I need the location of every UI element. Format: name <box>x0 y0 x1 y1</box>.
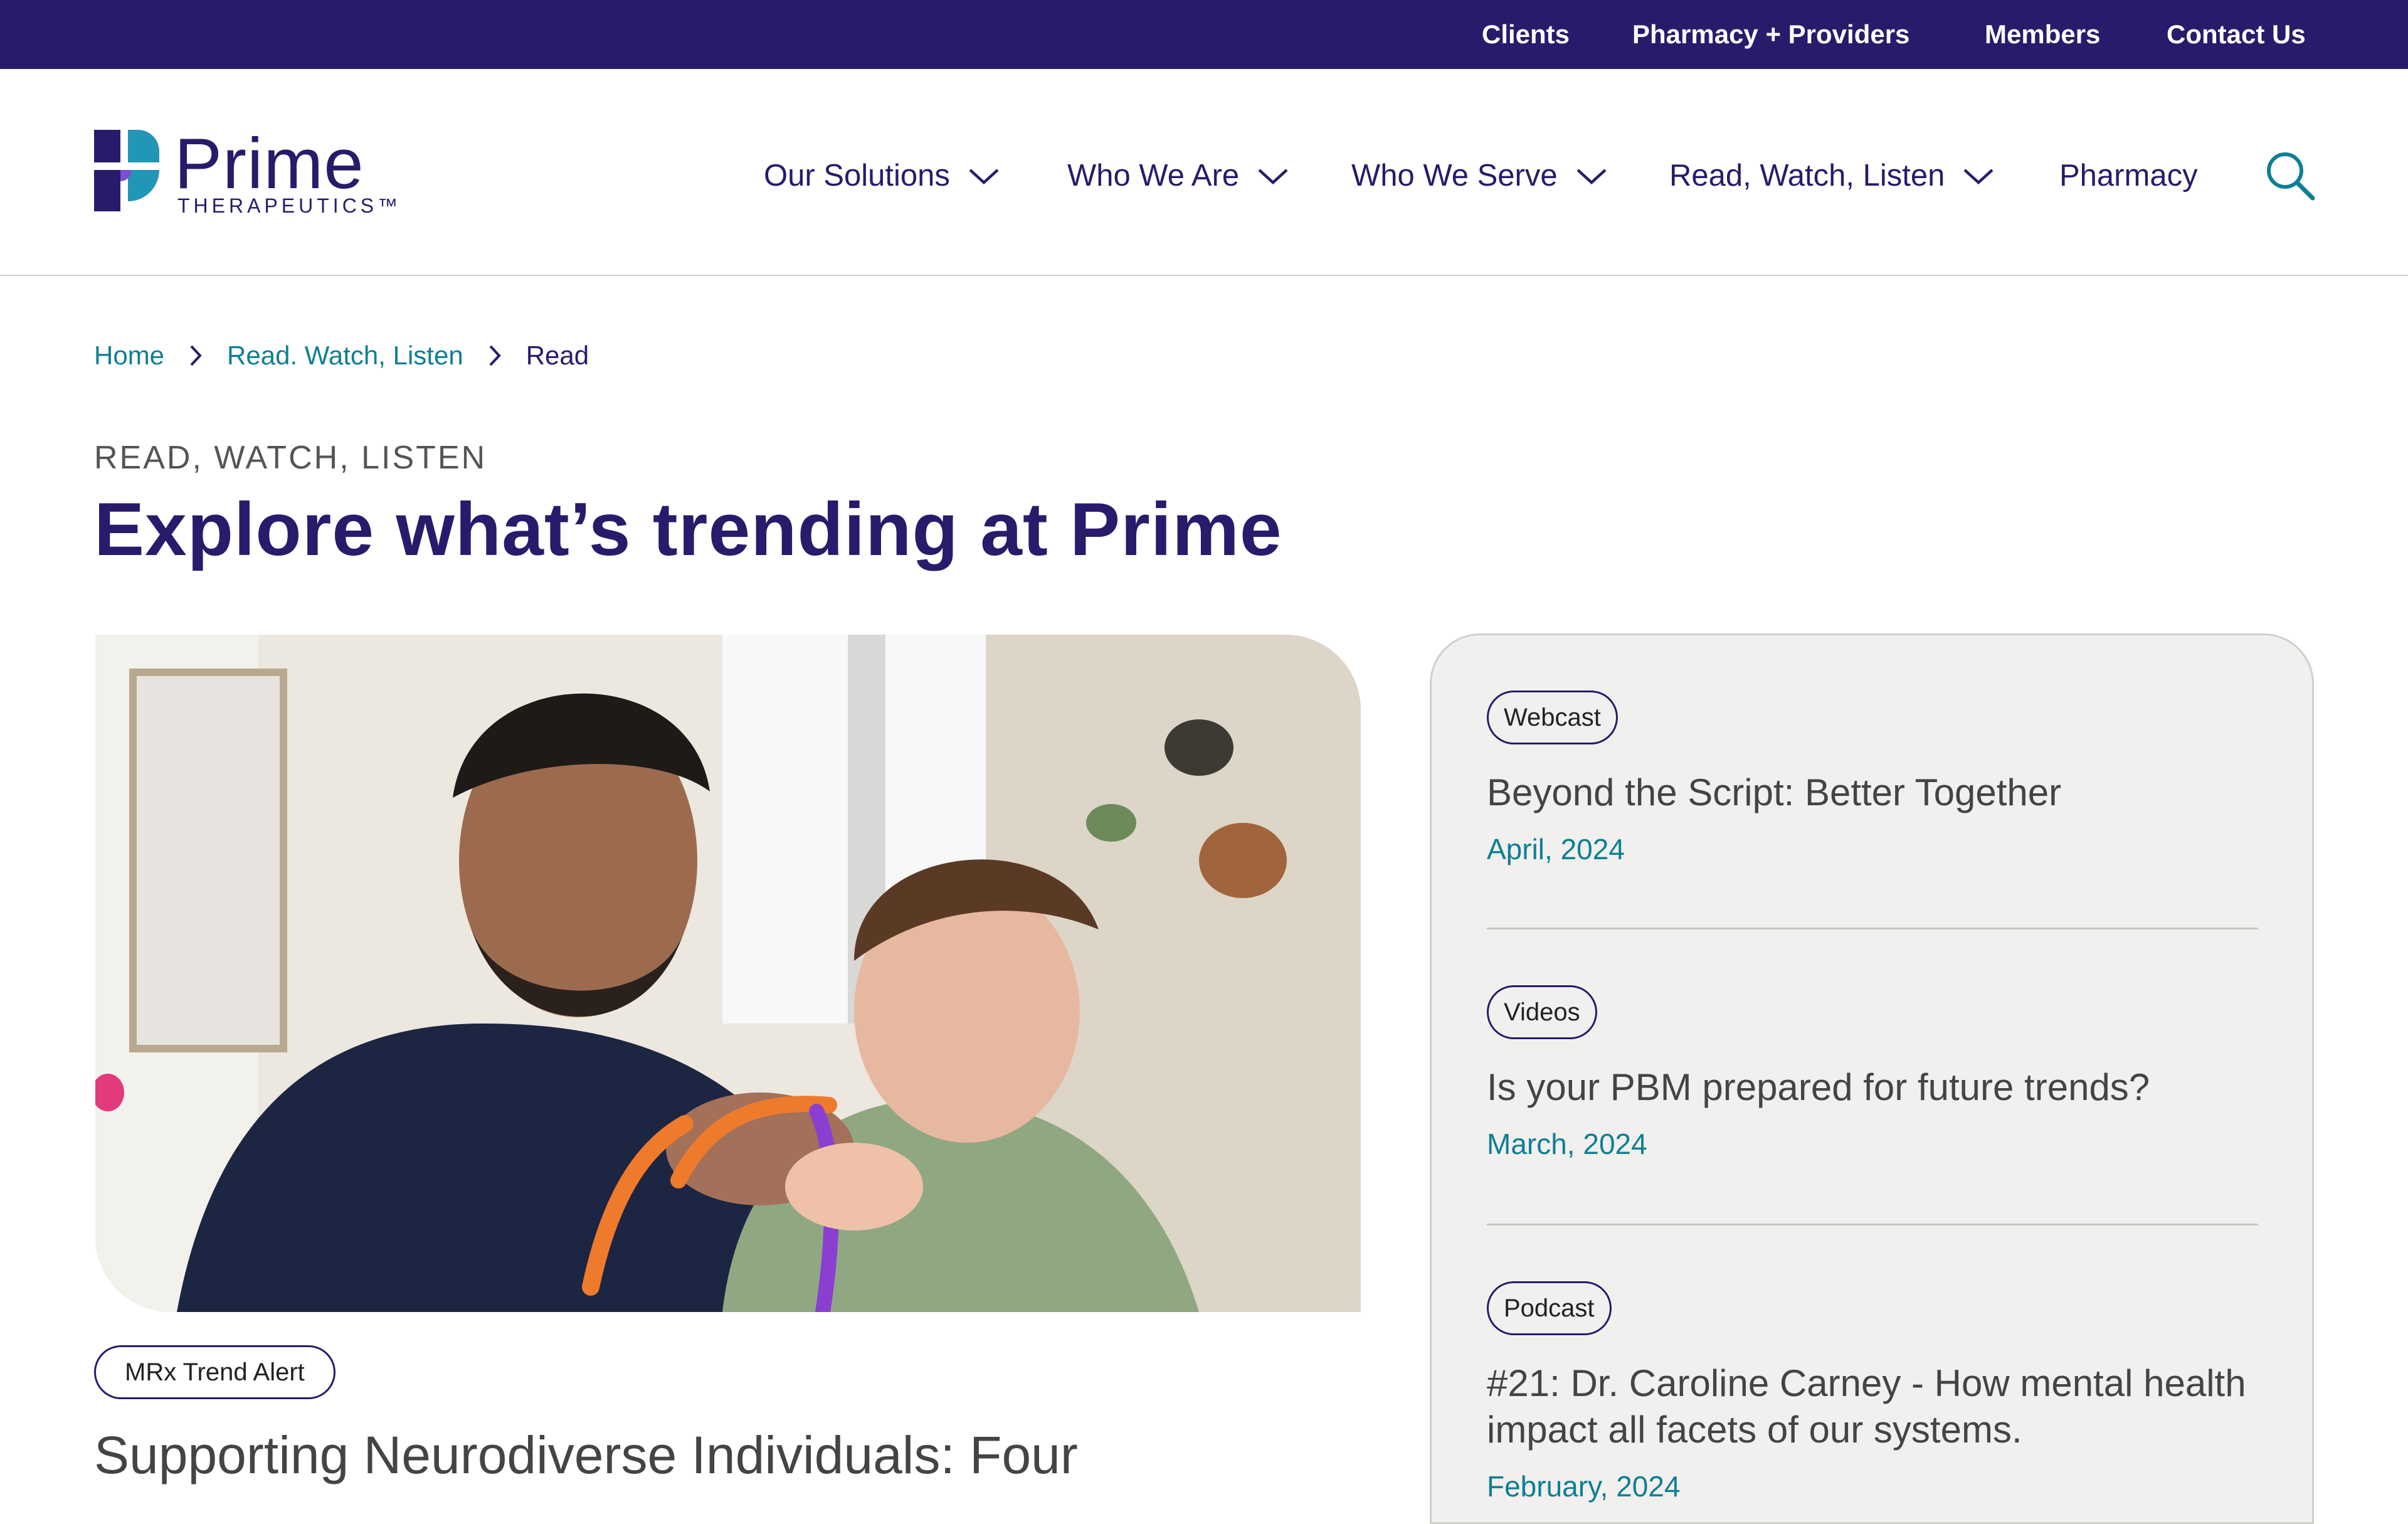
article-title[interactable]: Beyond the Script: Better Together <box>1487 770 2258 816</box>
nav-who-we-are[interactable]: Who We Are <box>1067 151 1289 201</box>
utility-link-members[interactable]: Members <box>1985 0 2100 69</box>
nav-who-we-serve[interactable]: Who We Serve <box>1351 151 1608 201</box>
breadcrumb-home[interactable]: Home <box>94 341 164 371</box>
utility-link-pharmacy-providers[interactable]: Pharmacy + Providers <box>1632 0 1909 69</box>
article-date: April, 2024 <box>1487 833 1625 865</box>
featured-article-image[interactable] <box>95 635 1361 1312</box>
featured-tag[interactable]: MRx Trend Alert <box>94 1345 335 1399</box>
logo-wordmark: Prime <box>174 124 364 204</box>
list-item[interactable]: Videos Is your PBM prepared for future t… <box>1487 985 2258 1161</box>
chevron-down-icon <box>1576 169 1607 185</box>
content-type-tag: Videos <box>1487 985 1597 1039</box>
list-item[interactable]: Podcast #21: Dr. Caroline Carney - How m… <box>1487 1281 2258 1503</box>
article-title[interactable]: Is your PBM prepared for future trends? <box>1487 1064 2258 1111</box>
content-type-tag: Podcast <box>1487 1281 1612 1335</box>
article-title[interactable]: #21: Dr. Caroline Carney - How mental he… <box>1487 1360 2258 1453</box>
breadcrumb: Home Read. Watch, Listen Read <box>94 336 589 376</box>
chevron-down-icon <box>1258 169 1288 185</box>
nav-label: Pharmacy <box>2059 159 2198 193</box>
nav-label: Who We Serve <box>1351 159 1558 193</box>
utility-link-contact-us[interactable]: Contact Us <box>2167 0 2306 69</box>
site-header: Prime THERAPEUTICS™ Our Solutions Who We… <box>0 69 2408 276</box>
divider <box>1487 928 2258 929</box>
chevron-down-icon <box>1963 169 1993 185</box>
logo-subline: THERAPEUTICS™ <box>177 194 402 217</box>
nav-label: Our Solutions <box>764 159 950 193</box>
featured-photo <box>95 635 1361 1312</box>
chevron-right-icon <box>188 343 203 368</box>
nav-pharmacy[interactable]: Pharmacy <box>2059 151 2198 201</box>
divider <box>1487 1224 2258 1225</box>
page-title: Explore what’s trending at Prime <box>94 487 1282 571</box>
list-item[interactable]: Webcast Beyond the Script: Better Togeth… <box>1487 691 2258 866</box>
breadcrumb-read-watch-listen[interactable]: Read. Watch, Listen <box>227 341 463 371</box>
chevron-down-icon <box>969 169 999 185</box>
nav-label: Who We Are <box>1067 159 1240 193</box>
chevron-right-icon <box>487 343 502 368</box>
article-date: March, 2024 <box>1487 1128 1647 1160</box>
section-eyebrow: READ, WATCH, LISTEN <box>94 440 487 476</box>
nav-label: Read, Watch, Listen <box>1669 159 1945 193</box>
logo[interactable]: Prime THERAPEUTICS™ <box>94 124 398 223</box>
trending-list-card: Webcast Beyond the Script: Better Togeth… <box>1430 633 2314 1524</box>
utility-bar: Clients Pharmacy + Providers Members Con… <box>0 0 2408 69</box>
breadcrumb-current: Read <box>525 341 589 370</box>
article-date: February, 2024 <box>1487 1470 1681 1503</box>
featured-title[interactable]: Supporting Neurodiverse Individuals: Fou… <box>94 1425 1078 1486</box>
nav-our-solutions[interactable]: Our Solutions <box>764 151 1000 201</box>
nav-read-watch-listen[interactable]: Read, Watch, Listen <box>1669 151 1995 201</box>
content-type-tag: Webcast <box>1487 691 1618 744</box>
logo-mark-icon <box>94 130 159 211</box>
utility-link-clients[interactable]: Clients <box>1482 0 1570 69</box>
search-icon[interactable] <box>2264 149 2316 202</box>
